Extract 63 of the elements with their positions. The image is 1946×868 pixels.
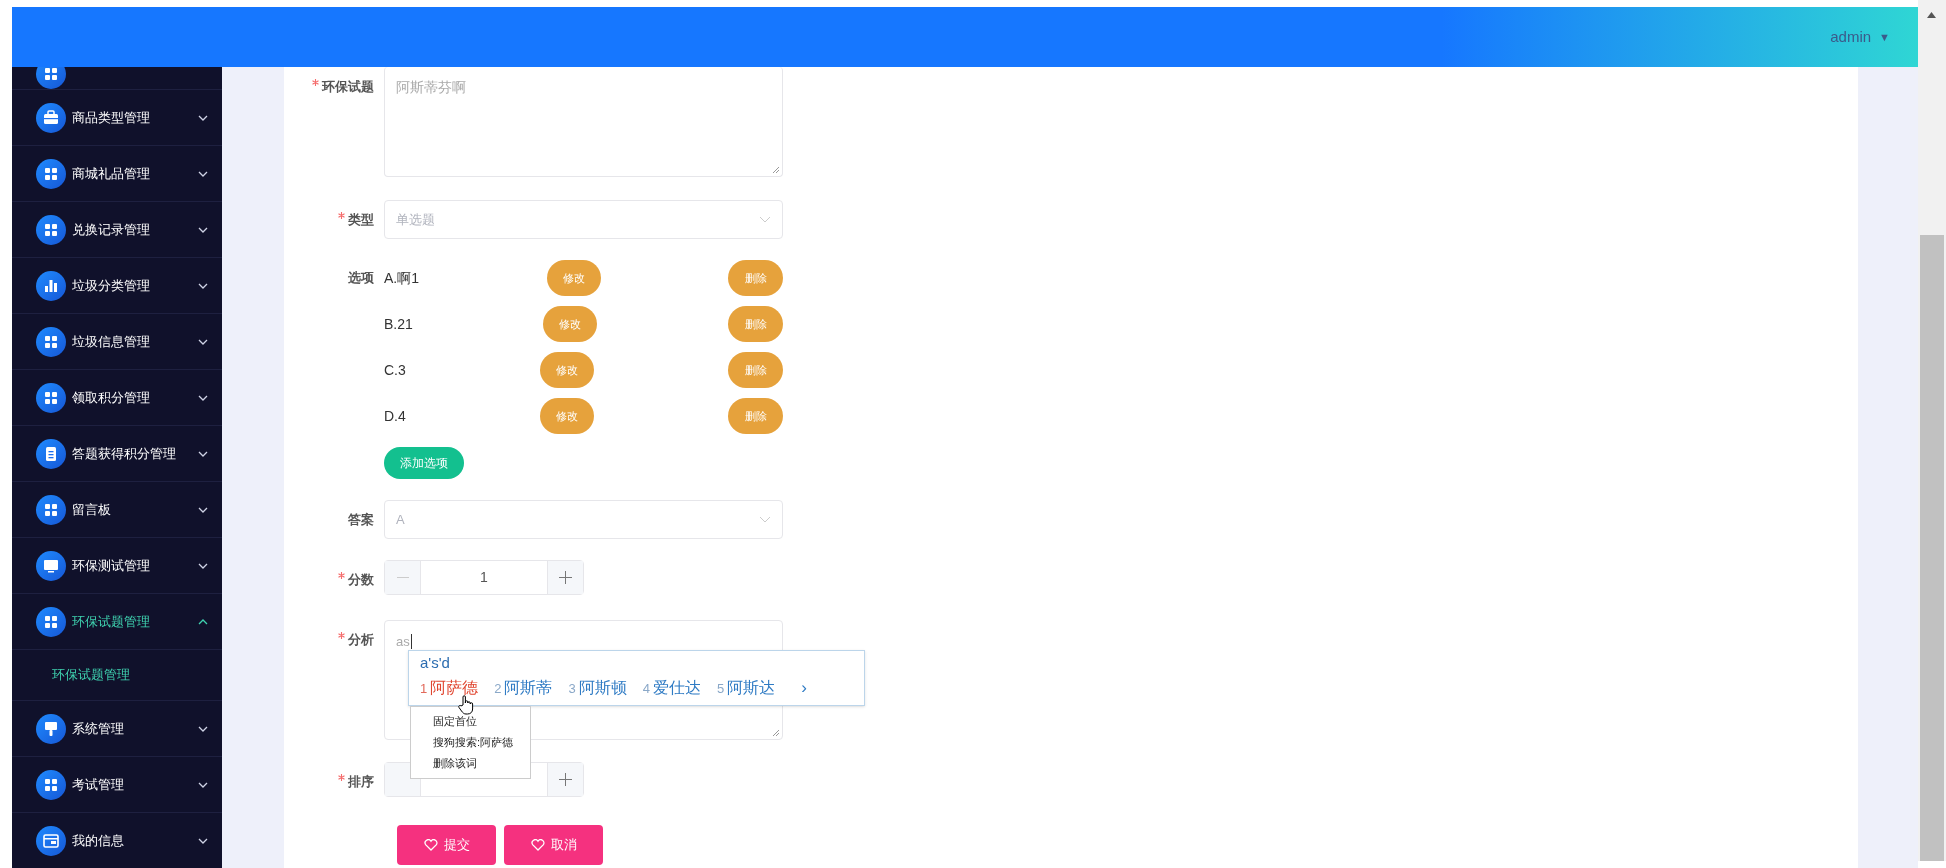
field-label: 排序 bbox=[348, 773, 374, 791]
plus-icon[interactable] bbox=[559, 773, 572, 786]
option-text: B.21 bbox=[384, 314, 413, 334]
ime-candidate[interactable]: 5 阿斯达 bbox=[716, 675, 776, 700]
option-text: D.4 bbox=[384, 406, 406, 426]
ime-candidate[interactable]: 2 阿斯蒂 bbox=[494, 675, 553, 700]
resize-handle-icon[interactable] bbox=[772, 729, 780, 737]
user-menu[interactable]: admin ▼ bbox=[1830, 25, 1890, 49]
ime-candidate[interactable]: 3 阿斯顿 bbox=[568, 675, 627, 700]
grid-icon bbox=[36, 382, 66, 413]
heart-icon bbox=[530, 839, 545, 851]
sidebar-item[interactable]: 商城礼品管理 bbox=[12, 146, 222, 202]
card-icon bbox=[36, 825, 66, 856]
sidebar-item[interactable]: 考试管理 bbox=[12, 757, 222, 813]
grid-icon bbox=[36, 214, 66, 245]
ime-candidate[interactable]: 1 阿萨德 bbox=[420, 675, 479, 700]
sidebar-item[interactable]: 我的信息 bbox=[12, 813, 222, 868]
field-label: 答案 bbox=[348, 511, 374, 529]
sidebar-item[interactable]: 留言板 bbox=[12, 482, 222, 538]
minus-icon[interactable] bbox=[396, 576, 409, 579]
briefcase-icon bbox=[36, 102, 66, 133]
grid-icon bbox=[36, 769, 66, 800]
chevron-down-icon bbox=[759, 516, 771, 523]
grid-icon bbox=[36, 606, 66, 637]
field-label: 分析 bbox=[348, 631, 374, 649]
sidebar-item[interactable]: 环保试题管理 bbox=[12, 594, 222, 650]
sidebar-item[interactable]: 兑换记录管理 bbox=[12, 202, 222, 258]
bar-chart-icon bbox=[36, 270, 66, 301]
menu-item[interactable]: 固定首位 bbox=[433, 713, 530, 730]
grid-icon bbox=[36, 67, 66, 89]
monitor-icon bbox=[36, 550, 66, 581]
option-text: A.啊1 bbox=[384, 268, 419, 288]
grid-icon bbox=[36, 494, 66, 525]
field-label: 类型 bbox=[348, 211, 374, 229]
field-label: 环保试题 bbox=[322, 78, 374, 96]
sidebar-item[interactable]: 环保测试管理 bbox=[12, 538, 222, 594]
add-option-button[interactable]: 添加选项 bbox=[384, 447, 464, 479]
scroll-up-icon[interactable] bbox=[1927, 12, 1936, 18]
ime-candidate[interactable]: 4 爱仕达 bbox=[642, 675, 701, 700]
sidebar-item[interactable]: 答题获得积分管理 bbox=[12, 426, 222, 482]
resize-handle-icon[interactable] bbox=[772, 166, 780, 174]
scrollbar-thumb[interactable] bbox=[1920, 235, 1944, 861]
number-input[interactable]: 1 bbox=[384, 560, 584, 595]
sidebar-item[interactable]: 领取积分管理 bbox=[12, 370, 222, 426]
grid-icon bbox=[36, 158, 66, 189]
heart-icon bbox=[423, 839, 438, 851]
sidebar-item[interactable]: 垃圾分类管理 bbox=[12, 258, 222, 314]
ime-next-page[interactable]: › bbox=[801, 675, 807, 701]
ime-composition: a's'd bbox=[420, 653, 451, 673]
field-label: 选项 bbox=[348, 269, 374, 287]
menu-item[interactable]: 删除该词 bbox=[433, 755, 530, 772]
sidebar-item[interactable]: 垃圾信息管理 bbox=[12, 314, 222, 370]
form-button[interactable]: 取消 bbox=[504, 825, 603, 865]
plus-icon[interactable] bbox=[559, 571, 572, 584]
option-text: C.3 bbox=[384, 360, 406, 380]
chevron-down-icon bbox=[759, 216, 771, 223]
brush-icon bbox=[36, 713, 66, 744]
form-button[interactable]: 提交 bbox=[397, 825, 496, 865]
clipboard-icon bbox=[36, 438, 66, 469]
field-label: 分数 bbox=[348, 571, 374, 589]
sidebar-item[interactable]: 系统管理 bbox=[12, 701, 222, 757]
sidebar-item[interactable]: 商品类型管理 bbox=[12, 90, 222, 146]
grid-icon bbox=[36, 326, 66, 357]
